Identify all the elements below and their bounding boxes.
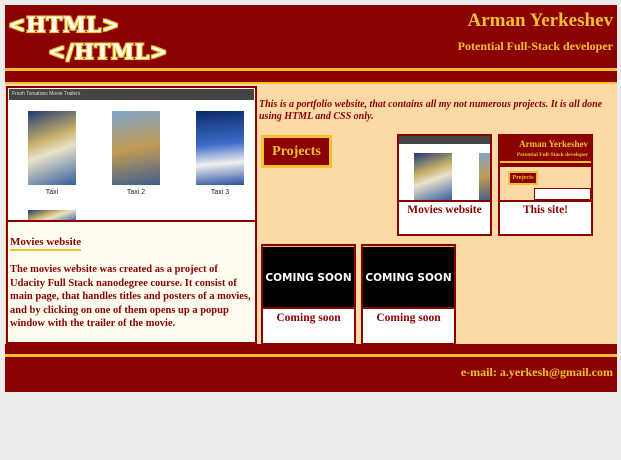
thumb-projects-button: Projects <box>508 171 538 185</box>
main-content: Fresh Tomatoes Movie Trailers Taxi Taxi … <box>5 84 617 345</box>
project-thumbnail: Arman Yerkeshev Potential Full-Stack dev… <box>500 136 591 200</box>
project-label: This site! <box>522 204 569 216</box>
thumb-poster <box>479 153 490 200</box>
owner-role: Potential Full-Stack developer <box>457 39 613 53</box>
thumb-navbar <box>399 136 490 144</box>
movie-caption: Taxi 3 <box>210 189 230 196</box>
thumb-top-stripe <box>263 246 354 247</box>
project-label: Coming soon <box>276 312 341 324</box>
intro-text: This is a portfolio website, that contai… <box>259 99 603 122</box>
footer-bar <box>5 344 617 354</box>
movie-poster-taxi[interactable] <box>28 111 76 185</box>
page: <HTML> </HTML> Arman Yerkeshev Potential… <box>5 5 617 392</box>
movie-poster-taxi-2[interactable] <box>112 111 160 185</box>
project-thumbnail <box>399 136 490 200</box>
coming-soon-thumb: COMING SOON <box>263 248 354 307</box>
movie-caption: Taxi 2 <box>126 189 146 196</box>
project-thumbnail: COMING SOON <box>363 246 454 307</box>
project-label: Movies website <box>407 204 482 216</box>
card-divider <box>500 200 591 202</box>
project-preview-panel: Fresh Tomatoes Movie Trailers Taxi Taxi … <box>6 86 257 344</box>
card-divider <box>363 307 454 309</box>
header-bar <box>5 71 617 82</box>
card-divider <box>263 307 354 309</box>
projects-button[interactable]: Projects <box>261 135 332 168</box>
site-footer: e-mail: a.yerkesh@gmail.com <box>5 357 617 392</box>
project-card-coming-soon[interactable]: COMING SOON Coming soon <box>361 244 456 345</box>
preview-divider <box>8 220 255 222</box>
project-card-this-site[interactable]: Arman Yerkeshev Potential Full-Stack dev… <box>498 134 593 236</box>
movie-poster-partial <box>28 210 76 220</box>
thumb-owner-role: Potential Full-Stack developer <box>516 152 588 158</box>
thumb-stripe <box>500 161 591 163</box>
project-thumbnail: COMING SOON <box>263 246 354 307</box>
site-header: <HTML> </HTML> Arman Yerkeshev Potential… <box>5 5 617 68</box>
thumb-owner-name: Arman Yerkeshev <box>519 139 588 149</box>
logo-html-open: <HTML> <box>8 12 120 37</box>
screenshot-navbar: Fresh Tomatoes Movie Trailers <box>9 89 254 100</box>
movie-caption: Taxi <box>45 189 59 196</box>
thumb-card <box>534 188 591 200</box>
project-label: Coming soon <box>376 312 441 324</box>
project-card-movies[interactable]: Movies website <box>397 134 492 236</box>
thumb-poster <box>414 153 452 200</box>
coming-soon-thumb: COMING SOON <box>363 248 454 307</box>
owner-name: Arman Yerkeshev <box>467 10 613 31</box>
card-divider <box>399 200 490 202</box>
logo-html-close: </HTML> <box>48 39 168 64</box>
email-link[interactable]: e-mail: a.yerkesh@gmail.com <box>461 365 613 380</box>
project-screenshot: Fresh Tomatoes Movie Trailers Taxi Taxi … <box>9 89 254 220</box>
thumb-top-stripe <box>363 246 454 247</box>
project-card-coming-soon[interactable]: COMING SOON Coming soon <box>261 244 356 345</box>
preview-description: The movies website was created as a proj… <box>10 264 251 329</box>
movie-poster-taxi-3[interactable] <box>196 111 244 185</box>
preview-title: Movies website <box>10 236 82 251</box>
